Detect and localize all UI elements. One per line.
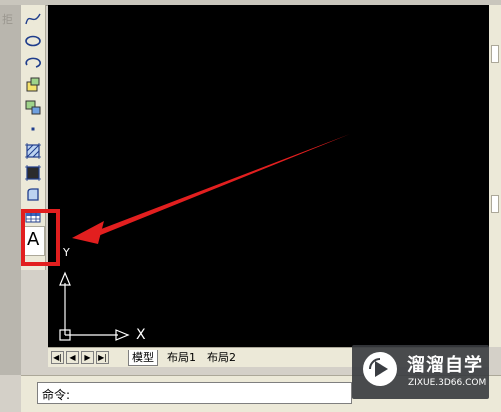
watermark-brand: 溜溜自学 bbox=[407, 355, 483, 376]
watermark-site: ZIXUE.3D66.COM bbox=[408, 378, 487, 388]
watermark-logo-icon bbox=[363, 352, 397, 386]
watermark: 溜溜自学 ZIXUE.3D66.COM bbox=[352, 345, 489, 399]
